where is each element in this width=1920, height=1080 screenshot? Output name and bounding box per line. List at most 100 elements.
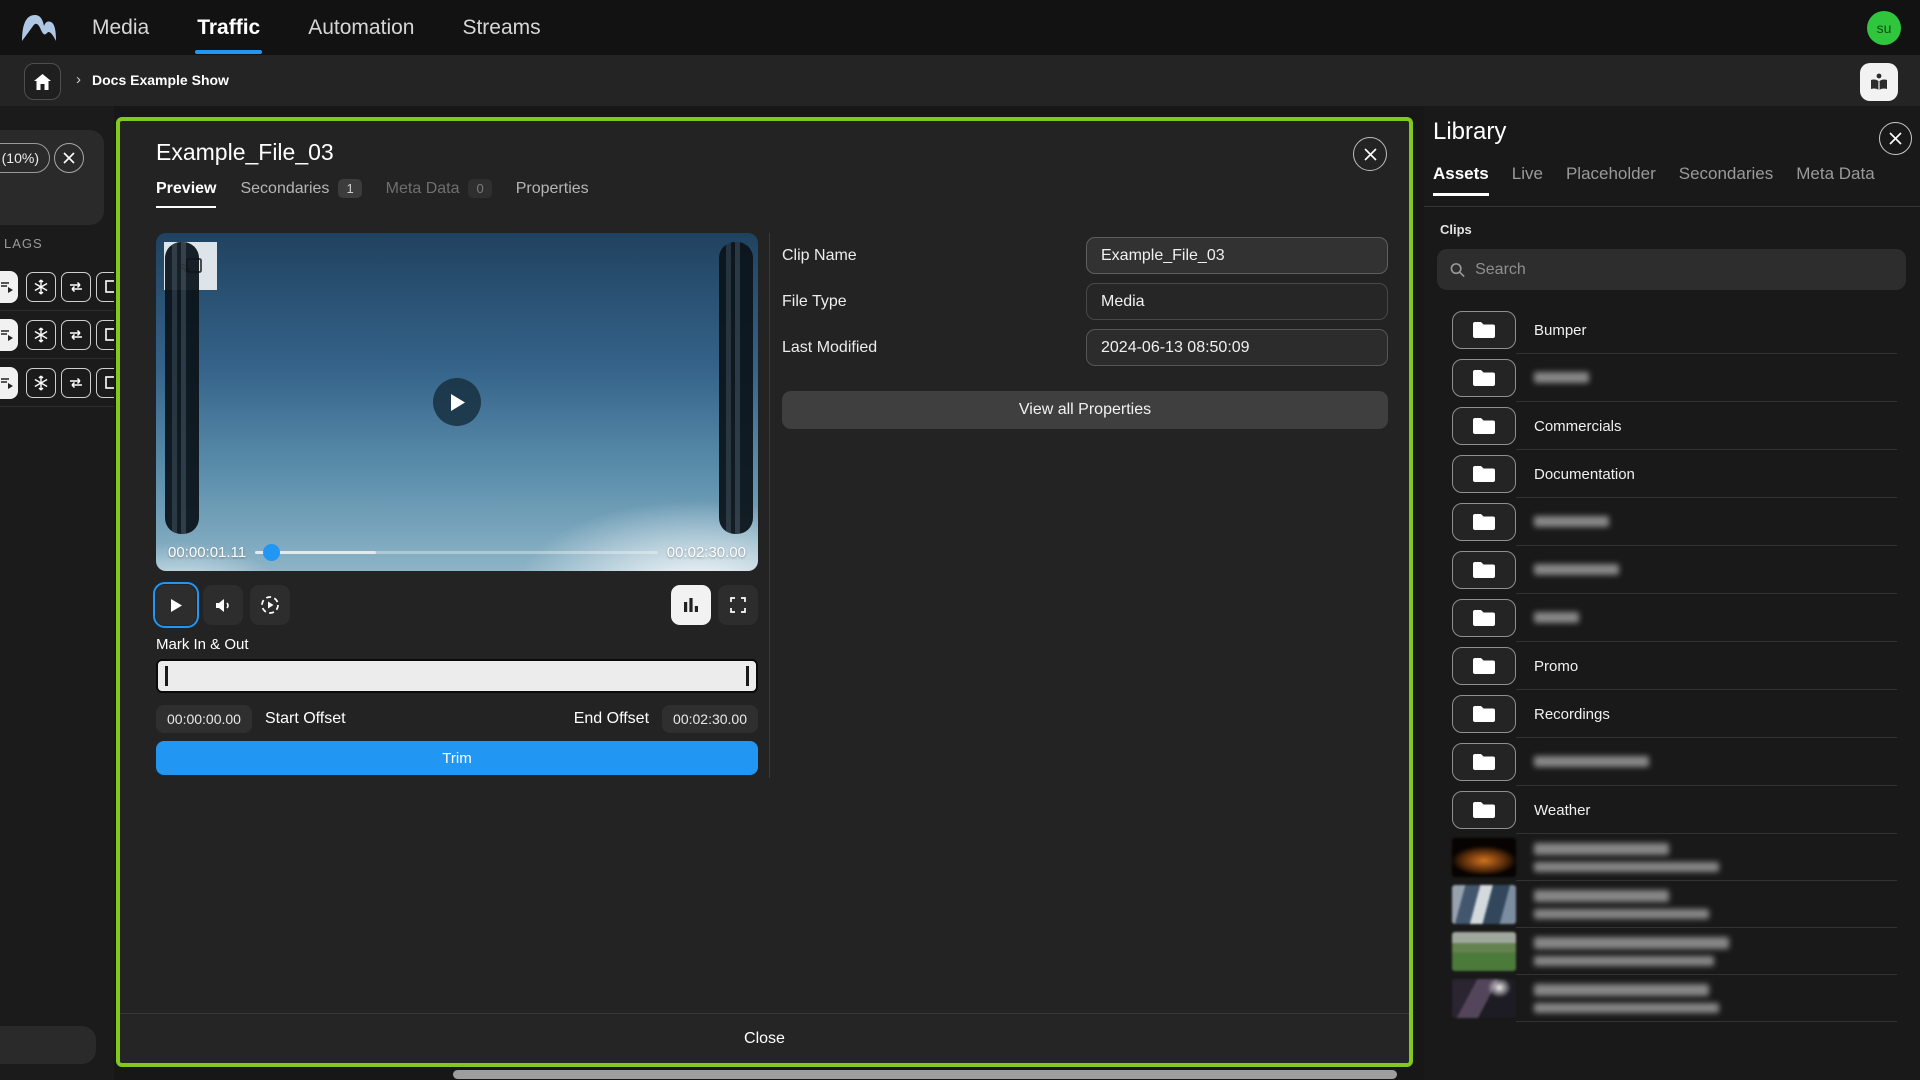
- trim-handle-start[interactable]: [165, 666, 168, 686]
- home-button[interactable]: [24, 63, 61, 100]
- seek-knob[interactable]: [263, 544, 280, 561]
- tab-meta-data[interactable]: Meta Data: [1796, 164, 1874, 196]
- snowflake-icon[interactable]: [26, 272, 56, 302]
- snowflake-icon[interactable]: [26, 320, 56, 350]
- playlist-play-icon[interactable]: [0, 367, 18, 399]
- folder-icon[interactable]: [1452, 359, 1516, 397]
- square-icon[interactable]: [96, 368, 114, 398]
- folder-row[interactable]: Recordings: [1424, 690, 1920, 738]
- volume-button[interactable]: [203, 585, 243, 625]
- trim-handle-end[interactable]: [746, 666, 749, 686]
- library-close-button[interactable]: [1879, 122, 1912, 155]
- close-icon: [1889, 132, 1902, 145]
- file-type-input[interactable]: [1086, 283, 1388, 320]
- playlist-play-icon[interactable]: [0, 271, 18, 303]
- folder-icon[interactable]: [1452, 791, 1516, 829]
- folder-row[interactable]: [1424, 354, 1920, 402]
- folder-label: Commercials: [1534, 418, 1622, 435]
- folder-row[interactable]: Weather: [1424, 786, 1920, 834]
- square-icon[interactable]: [96, 320, 114, 350]
- folder-row[interactable]: Bumper: [1424, 306, 1920, 354]
- trim-button[interactable]: Trim: [156, 741, 758, 775]
- audio-meter-right: [719, 242, 753, 534]
- clip-item[interactable]: [1424, 928, 1920, 975]
- playback-speed-icon: [260, 595, 280, 615]
- nav-item-traffic[interactable]: Traffic: [197, 0, 260, 55]
- folder-icon[interactable]: [1452, 695, 1516, 733]
- clip-name-input[interactable]: [1086, 237, 1388, 274]
- user-avatar[interactable]: su: [1867, 11, 1901, 45]
- file-preview-modal: Example_File_03 Preview Secondaries1 Met…: [116, 117, 1413, 1067]
- nav-item-media[interactable]: Media: [92, 0, 149, 55]
- folder-row[interactable]: Commercials: [1424, 402, 1920, 450]
- play-button[interactable]: [156, 585, 196, 625]
- repeat-icon[interactable]: [61, 272, 91, 302]
- play-icon: [170, 598, 183, 613]
- nav-item-streams[interactable]: Streams: [462, 0, 540, 55]
- view-all-properties-button[interactable]: View all Properties: [782, 391, 1388, 429]
- folder-icon[interactable]: [1452, 503, 1516, 541]
- folder-row[interactable]: [1424, 546, 1920, 594]
- audio-levels-button[interactable]: [671, 585, 711, 625]
- folder-label: Promo: [1534, 658, 1578, 675]
- folder-label: Documentation: [1534, 466, 1635, 483]
- fullscreen-button[interactable]: [718, 585, 758, 625]
- start-offset-value: 00:00:00.00: [156, 705, 252, 733]
- metadata-count-badge: 0: [468, 179, 491, 198]
- left-panel-bottom-card: [0, 1026, 96, 1064]
- nav-item-automation[interactable]: Automation: [308, 0, 414, 55]
- folder-label: Recordings: [1534, 706, 1610, 723]
- tab-preview[interactable]: Preview: [156, 180, 216, 208]
- library-toggle-button[interactable]: [1860, 63, 1898, 101]
- folder-row[interactable]: [1424, 498, 1920, 546]
- library-search[interactable]: [1437, 249, 1906, 290]
- clip-item[interactable]: [1424, 975, 1920, 1022]
- folder-icon[interactable]: [1452, 455, 1516, 493]
- close-button[interactable]: Close: [744, 1030, 785, 1048]
- folder-row[interactable]: Promo: [1424, 642, 1920, 690]
- playback-speed-button[interactable]: [250, 585, 290, 625]
- audio-meter-left: [165, 242, 199, 534]
- tab-secondaries[interactable]: Secondaries: [1679, 164, 1774, 196]
- tab-meta-data[interactable]: Meta Data0: [386, 179, 492, 208]
- folder-icon[interactable]: [1452, 647, 1516, 685]
- fullscreen-icon: [730, 597, 746, 613]
- seek-bar[interactable]: [255, 551, 658, 554]
- folder-icon[interactable]: [1452, 311, 1516, 349]
- modal-close-button[interactable]: [1353, 137, 1387, 171]
- horizontal-scrollbar[interactable]: [453, 1070, 1397, 1079]
- folder-icon[interactable]: [1452, 551, 1516, 589]
- play-overlay-button[interactable]: [433, 378, 481, 426]
- repeat-icon[interactable]: [61, 368, 91, 398]
- tab-secondaries[interactable]: Secondaries1: [240, 179, 361, 208]
- folder-icon[interactable]: [1452, 599, 1516, 637]
- modal-tabs: Preview Secondaries1 Meta Data0 Properti…: [156, 179, 589, 208]
- folder-icon[interactable]: [1452, 743, 1516, 781]
- folder-label-redacted: [1534, 610, 1579, 627]
- clip-item[interactable]: [1424, 881, 1920, 928]
- left-panel-close-button[interactable]: [54, 143, 84, 173]
- tab-properties[interactable]: Properties: [516, 180, 589, 208]
- search-input[interactable]: [1475, 261, 1893, 279]
- app-window: Media Traffic Automation Streams su › Do…: [0, 0, 1920, 1080]
- folder-row[interactable]: Documentation: [1424, 450, 1920, 498]
- folder-row[interactable]: [1424, 594, 1920, 642]
- tab-placeholder[interactable]: Placeholder: [1566, 164, 1656, 196]
- folder-row[interactable]: [1424, 738, 1920, 786]
- playlist-play-icon[interactable]: [0, 319, 18, 351]
- clip-item[interactable]: [1424, 834, 1920, 881]
- tab-live[interactable]: Live: [1512, 164, 1543, 196]
- levels-chart-icon: [683, 597, 699, 613]
- video-player[interactable]: 00:00:01.11 00:02:30.00: [156, 233, 758, 571]
- breadcrumb[interactable]: Docs Example Show: [92, 72, 229, 88]
- end-offset-value: 00:02:30.00: [662, 705, 758, 733]
- tab-assets[interactable]: Assets: [1433, 164, 1489, 196]
- last-modified-input[interactable]: [1086, 329, 1388, 366]
- close-icon: [63, 152, 75, 164]
- snowflake-icon[interactable]: [26, 368, 56, 398]
- repeat-icon[interactable]: [61, 320, 91, 350]
- trim-range[interactable]: [156, 659, 758, 693]
- square-icon[interactable]: [96, 272, 114, 302]
- modal-footer: Close: [120, 1013, 1409, 1063]
- folder-icon[interactable]: [1452, 407, 1516, 445]
